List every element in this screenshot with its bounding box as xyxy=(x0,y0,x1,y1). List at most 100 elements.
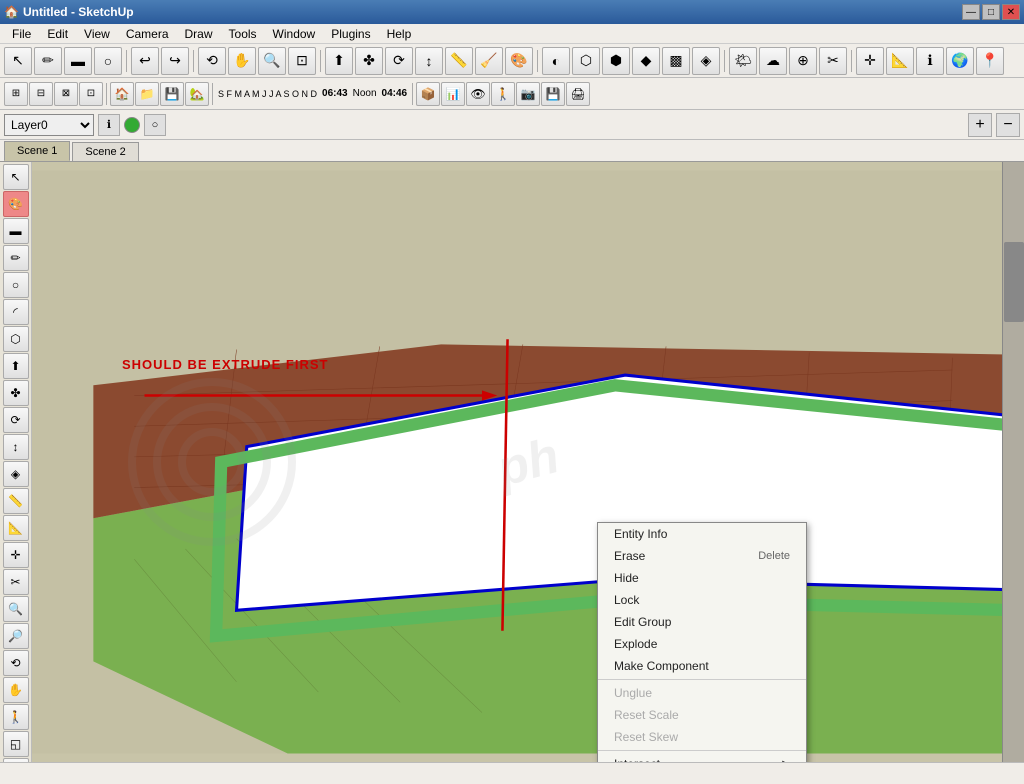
layer-add-btn[interactable]: + xyxy=(968,113,992,137)
lt-offset[interactable]: ◈ xyxy=(3,461,29,487)
maximize-button[interactable]: □ xyxy=(982,4,1000,20)
lt-tape[interactable]: 📏 xyxy=(3,488,29,514)
lt-walk[interactable]: 🚶 xyxy=(3,704,29,730)
lt-pushpull[interactable]: ⬆ xyxy=(3,353,29,379)
look-around[interactable]: 👁 xyxy=(466,82,490,106)
guide-tool[interactable]: 📐 xyxy=(886,47,914,75)
pan-tool[interactable]: ✋ xyxy=(228,47,256,75)
circle-tool[interactable]: ○ xyxy=(94,47,122,75)
lt-move[interactable]: ✤ xyxy=(3,380,29,406)
save-btn[interactable]: 💾 xyxy=(160,82,184,106)
undo-tool[interactable]: ↩ xyxy=(131,47,159,75)
tb2-btn1[interactable]: ⊞ xyxy=(4,82,28,106)
lt-orbit[interactable]: ⟲ xyxy=(3,650,29,676)
menu-camera[interactable]: Camera xyxy=(118,24,177,43)
pencil-tool[interactable]: ✏ xyxy=(34,47,62,75)
lt-select[interactable]: ↖ xyxy=(3,164,29,190)
close-button[interactable]: ✕ xyxy=(1002,4,1020,20)
minimize-button[interactable]: — xyxy=(962,4,980,20)
menu-tools[interactable]: Tools xyxy=(221,24,265,43)
lt-layer[interactable]: ◱ xyxy=(3,731,29,757)
rotate-tool[interactable]: ⟳ xyxy=(385,47,413,75)
lt-circle[interactable]: ○ xyxy=(3,272,29,298)
geo-location[interactable]: 📍 xyxy=(976,47,1004,75)
push-pull-tool[interactable]: ⬆ xyxy=(325,47,353,75)
open-btn[interactable]: 📁 xyxy=(135,82,159,106)
menu-view[interactable]: View xyxy=(76,24,118,43)
mono-tool[interactable]: ◈ xyxy=(692,47,720,75)
3d-globe[interactable]: 🌍 xyxy=(946,47,974,75)
lt-pencil[interactable]: ✏ xyxy=(3,245,29,271)
tape-tool[interactable]: 📏 xyxy=(445,47,473,75)
left-toolbar: ↖ 🎨 ▬ ✏ ○ ◜ ⬡ ⬆ ✤ ⟳ ↕ ◈ 📏 📐 ✛ ✂ 🔍 🔎 ⟲ ✋ … xyxy=(0,162,32,762)
lt-axes[interactable]: ✛ xyxy=(3,542,29,568)
paint-tool[interactable]: 🎨 xyxy=(505,47,533,75)
walk-tool[interactable]: 🚶 xyxy=(491,82,515,106)
ctx-lock[interactable]: Lock xyxy=(598,589,806,611)
ctx-intersect[interactable]: Intersect ▶ xyxy=(598,753,806,762)
tb2-btn3[interactable]: ⊠ xyxy=(54,82,78,106)
redo-tool[interactable]: ↪ xyxy=(161,47,189,75)
menu-file[interactable]: File xyxy=(4,24,39,43)
menu-draw[interactable]: Draw xyxy=(177,24,221,43)
select-tool[interactable]: ↖ xyxy=(4,47,32,75)
right-scrollbar[interactable] xyxy=(1004,242,1024,322)
menu-help[interactable]: Help xyxy=(379,24,420,43)
ctx-erase[interactable]: Erase Delete xyxy=(598,545,806,567)
menu-edit[interactable]: Edit xyxy=(39,24,76,43)
zoom-tool[interactable]: 🔍 xyxy=(258,47,286,75)
ctx-make-component[interactable]: Make Component xyxy=(598,655,806,677)
tb2-btn4[interactable]: ⊡ xyxy=(79,82,103,106)
std-views-btn[interactable]: 📊 xyxy=(441,82,465,106)
tb2-btn2[interactable]: ⊟ xyxy=(29,82,53,106)
scale-tool[interactable]: ↕ xyxy=(415,47,443,75)
lt-zoom-out[interactable]: 🔎 xyxy=(3,623,29,649)
home-btn[interactable]: 🏠 xyxy=(110,82,134,106)
lt-paint[interactable]: 🎨 xyxy=(3,191,29,217)
shadow-tool[interactable]: 🌤 xyxy=(729,47,757,75)
house-btn[interactable]: 🏡 xyxy=(185,82,209,106)
eraser-tool[interactable]: 🧹 xyxy=(475,47,503,75)
model-info[interactable]: ℹ xyxy=(916,47,944,75)
print-btn[interactable]: 🖨 xyxy=(566,82,590,106)
lt-protractor[interactable]: 📐 xyxy=(3,515,29,541)
layer-visible-btn[interactable]: ○ xyxy=(144,114,166,136)
zoom-fit-tool[interactable]: ⊡ xyxy=(288,47,316,75)
lt-text[interactable]: A xyxy=(3,758,29,762)
layer-select[interactable]: Layer0 xyxy=(4,114,94,136)
edge-tool[interactable]: ⊕ xyxy=(789,47,817,75)
lt-pan[interactable]: ✋ xyxy=(3,677,29,703)
wire-tool[interactable]: ⬡ xyxy=(572,47,600,75)
hidden-tool[interactable]: ⬢ xyxy=(602,47,630,75)
layer-info-btn[interactable]: ℹ xyxy=(98,114,120,136)
orbit-tool[interactable]: ⟲ xyxy=(198,47,226,75)
fog-tool[interactable]: ☁ xyxy=(759,47,787,75)
axes-tool[interactable]: ✛ xyxy=(856,47,884,75)
lt-rotate[interactable]: ⟳ xyxy=(3,407,29,433)
position-cam[interactable]: 📷 xyxy=(516,82,540,106)
lt-rect[interactable]: ▬ xyxy=(3,218,29,244)
ctx-explode[interactable]: Explode xyxy=(598,633,806,655)
persp-btn[interactable]: 📦 xyxy=(416,82,440,106)
move-tool[interactable]: ✤ xyxy=(355,47,383,75)
lt-polygon[interactable]: ⬡ xyxy=(3,326,29,352)
section-tool[interactable]: ✂ xyxy=(819,47,847,75)
shaded-tool[interactable]: ◆ xyxy=(632,47,660,75)
lt-section[interactable]: ✂ xyxy=(3,569,29,595)
ctx-hide[interactable]: Hide xyxy=(598,567,806,589)
xray-tool[interactable]: ◐ xyxy=(542,47,570,75)
ctx-edit-group[interactable]: Edit Group xyxy=(598,611,806,633)
layer-del-btn[interactable]: − xyxy=(996,113,1020,137)
textured-tool[interactable]: ▩ xyxy=(662,47,690,75)
lt-arc[interactable]: ◜ xyxy=(3,299,29,325)
save-view[interactable]: 💾 xyxy=(541,82,565,106)
tab-scene2[interactable]: Scene 2 xyxy=(72,142,138,161)
menu-window[interactable]: Window xyxy=(265,24,324,43)
menu-plugins[interactable]: Plugins xyxy=(323,24,378,43)
ctx-entity-info[interactable]: Entity Info xyxy=(598,523,806,545)
rect-tool[interactable]: ▬ xyxy=(64,47,92,75)
lt-scale[interactable]: ↕ xyxy=(3,434,29,460)
lt-zoom[interactable]: 🔍 xyxy=(3,596,29,622)
tab-scene1[interactable]: Scene 1 xyxy=(4,141,70,161)
sep-ctx2 xyxy=(598,750,806,751)
